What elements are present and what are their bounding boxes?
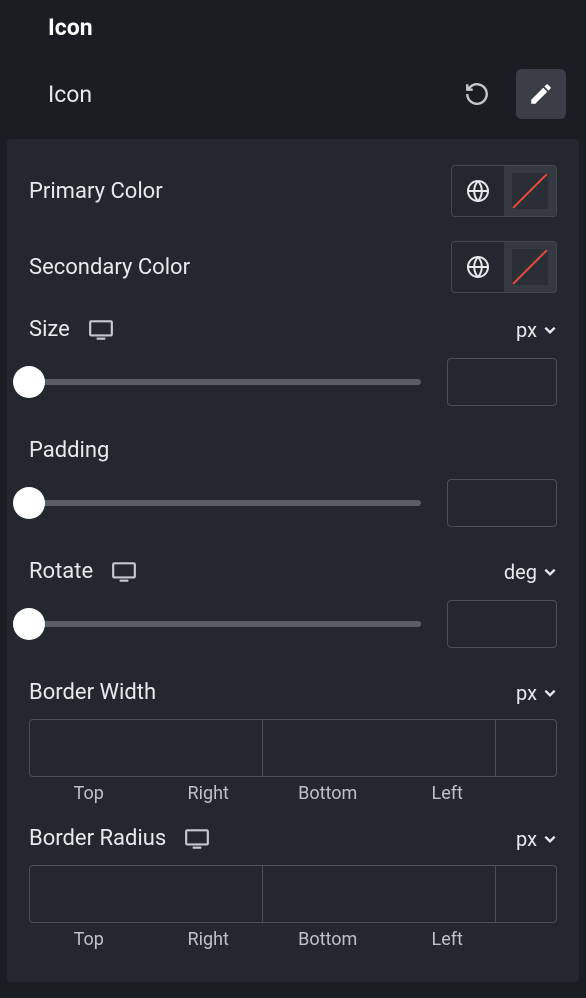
- chevron-down-icon: [543, 686, 557, 700]
- border-radius-right-label: Right: [149, 929, 269, 950]
- border-radius-unit-label: px: [516, 827, 537, 851]
- chevron-down-icon: [543, 565, 557, 579]
- border-width-row: Border Width px: [29, 680, 557, 705]
- padding-slider[interactable]: [29, 500, 421, 506]
- padding-slider-thumb[interactable]: [13, 487, 45, 519]
- size-unit-label: px: [516, 318, 537, 342]
- icon-type-label: Icon: [48, 81, 92, 108]
- globe-icon: [466, 179, 490, 203]
- reset-button[interactable]: [452, 69, 502, 119]
- border-radius-bottom-label: Bottom: [268, 929, 388, 950]
- chevron-down-icon: [543, 832, 557, 846]
- rotate-unit-label: deg: [504, 560, 537, 584]
- border-radius-inputs: [29, 865, 557, 923]
- border-width-bottom-input[interactable]: [496, 720, 557, 776]
- border-radius-bottom-input[interactable]: [496, 866, 557, 922]
- rotate-input[interactable]: [447, 600, 557, 648]
- border-width-right-input[interactable]: [263, 720, 496, 776]
- border-width-unit-label: px: [516, 681, 537, 705]
- desktop-icon[interactable]: [111, 561, 137, 583]
- desktop-icon[interactable]: [184, 828, 210, 850]
- border-radius-top-input[interactable]: [30, 866, 263, 922]
- primary-color-control: [451, 165, 557, 217]
- size-input[interactable]: [447, 358, 557, 406]
- secondary-color-swatch[interactable]: [504, 241, 556, 293]
- border-radius-left-label: Left: [388, 929, 508, 950]
- size-row: Size px: [29, 317, 557, 342]
- border-width-inputs: [29, 719, 557, 777]
- border-radius-label: Border Radius: [29, 826, 166, 851]
- size-slider-thumb[interactable]: [13, 366, 45, 398]
- border-width-side-labels: Top Right Bottom Left: [29, 783, 557, 804]
- border-width-unit-select[interactable]: px: [516, 681, 557, 705]
- size-unit-select[interactable]: px: [516, 318, 557, 342]
- border-radius-right-input[interactable]: [263, 866, 496, 922]
- rotate-row: Rotate deg: [29, 559, 557, 584]
- edit-icon: [528, 81, 554, 107]
- secondary-color-control: [451, 241, 557, 293]
- padding-input[interactable]: [447, 479, 557, 527]
- section-title: Icon: [48, 14, 93, 41]
- secondary-color-global-button[interactable]: [452, 241, 504, 293]
- rotate-slider-thumb[interactable]: [13, 608, 45, 640]
- border-width-top-input[interactable]: [30, 720, 263, 776]
- secondary-color-label: Secondary Color: [29, 255, 190, 280]
- chevron-down-icon: [543, 323, 557, 337]
- primary-color-label: Primary Color: [29, 179, 163, 204]
- primary-color-swatch[interactable]: [504, 165, 556, 217]
- border-radius-top-label: Top: [29, 929, 149, 950]
- border-width-right-label: Right: [149, 783, 269, 804]
- globe-icon: [466, 255, 490, 279]
- desktop-icon[interactable]: [88, 319, 114, 341]
- padding-row: Padding: [29, 438, 557, 463]
- section-header: Icon: [34, 0, 566, 61]
- rotate-slider-row: [29, 600, 557, 648]
- rotate-slider[interactable]: [29, 621, 421, 627]
- color-none-swatch: [512, 173, 548, 209]
- secondary-color-row: Secondary Color: [29, 241, 557, 293]
- padding-label: Padding: [29, 438, 109, 463]
- border-radius-row: Border Radius px: [29, 826, 557, 851]
- edit-button[interactable]: [516, 69, 566, 119]
- rotate-label: Rotate: [29, 559, 93, 584]
- primary-color-global-button[interactable]: [452, 165, 504, 217]
- border-width-label: Border Width: [29, 680, 156, 705]
- size-slider[interactable]: [29, 379, 421, 385]
- size-label: Size: [29, 317, 70, 342]
- border-radius-unit-select[interactable]: px: [516, 827, 557, 851]
- color-none-swatch: [512, 249, 548, 285]
- reset-icon: [464, 81, 490, 107]
- style-panel: Primary Color Secondary Color: [7, 139, 579, 982]
- icon-row: Icon: [34, 61, 566, 139]
- border-width-top-label: Top: [29, 783, 149, 804]
- size-slider-row: [29, 358, 557, 406]
- padding-slider-row: [29, 479, 557, 527]
- border-radius-side-labels: Top Right Bottom Left: [29, 929, 557, 950]
- border-width-left-label: Left: [388, 783, 508, 804]
- rotate-unit-select[interactable]: deg: [504, 560, 557, 584]
- primary-color-row: Primary Color: [29, 165, 557, 217]
- border-width-bottom-label: Bottom: [268, 783, 388, 804]
